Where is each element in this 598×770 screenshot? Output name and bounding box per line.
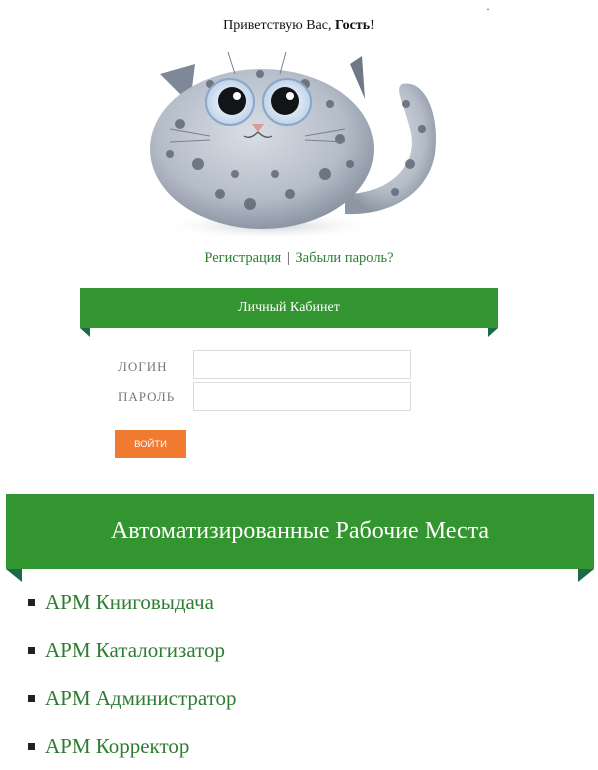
ribbon-fold-right [488,328,498,337]
workplaces-list: АРМ Книговыдача АРМ Каталогизатор АРМ Ад… [28,578,237,770]
login-label: ЛОГИН [118,359,168,374]
auth-links: Регистрация | Забыли пароль? [0,250,598,267]
register-link[interactable]: Регистрация [204,250,281,266]
login-input[interactable] [193,350,411,379]
forgot-password-link[interactable]: Забыли пароль? [295,250,393,266]
square-bullet-icon [28,598,35,606]
personal-cabinet-header: Личный Кабинет [80,288,498,328]
greeting-suffix: ! [370,18,375,33]
password-input[interactable] [193,382,411,411]
password-label: ПАРОЛЬ [118,389,176,404]
workplace-link-cataloger[interactable]: АРМ Каталогизатор [28,626,237,674]
square-bullet-icon [28,694,35,702]
workplace-label[interactable]: АРМ Каталогизатор [45,638,225,663]
personal-cabinet-title: Личный Кабинет [238,300,340,315]
workplace-label[interactable]: АРМ Администратор [45,686,237,711]
workplace-link-book-issue[interactable]: АРМ Книговыдача [28,578,237,626]
greeting-text: Приветствую Вас, Гость! [0,18,598,34]
square-bullet-icon [28,646,35,654]
workplace-label[interactable]: АРМ Корректор [45,734,189,759]
square-bullet-icon [28,742,35,750]
snow-leopard-mascot-icon [150,51,436,240]
workplaces-title: Автоматизированные Рабочие Места [110,518,490,544]
workplace-label[interactable]: АРМ Книговыдача [45,590,214,615]
decorative-dot: · [486,2,490,16]
workplace-link-corrector[interactable]: АРМ Корректор [28,722,237,770]
ribbon-fold-left [80,328,90,337]
login-submit-button[interactable]: ВОЙТИ [115,430,186,458]
ribbon-fold-right-large [578,569,594,582]
greeting-username: Гость [334,18,371,33]
ribbon-fold-left-large [6,569,22,582]
workplaces-header: Автоматизированные Рабочие Места [6,494,594,569]
greeting-prefix: Приветствую Вас, [223,18,335,33]
workplace-link-administrator[interactable]: АРМ Администратор [28,674,237,722]
link-separator: | [286,250,290,266]
